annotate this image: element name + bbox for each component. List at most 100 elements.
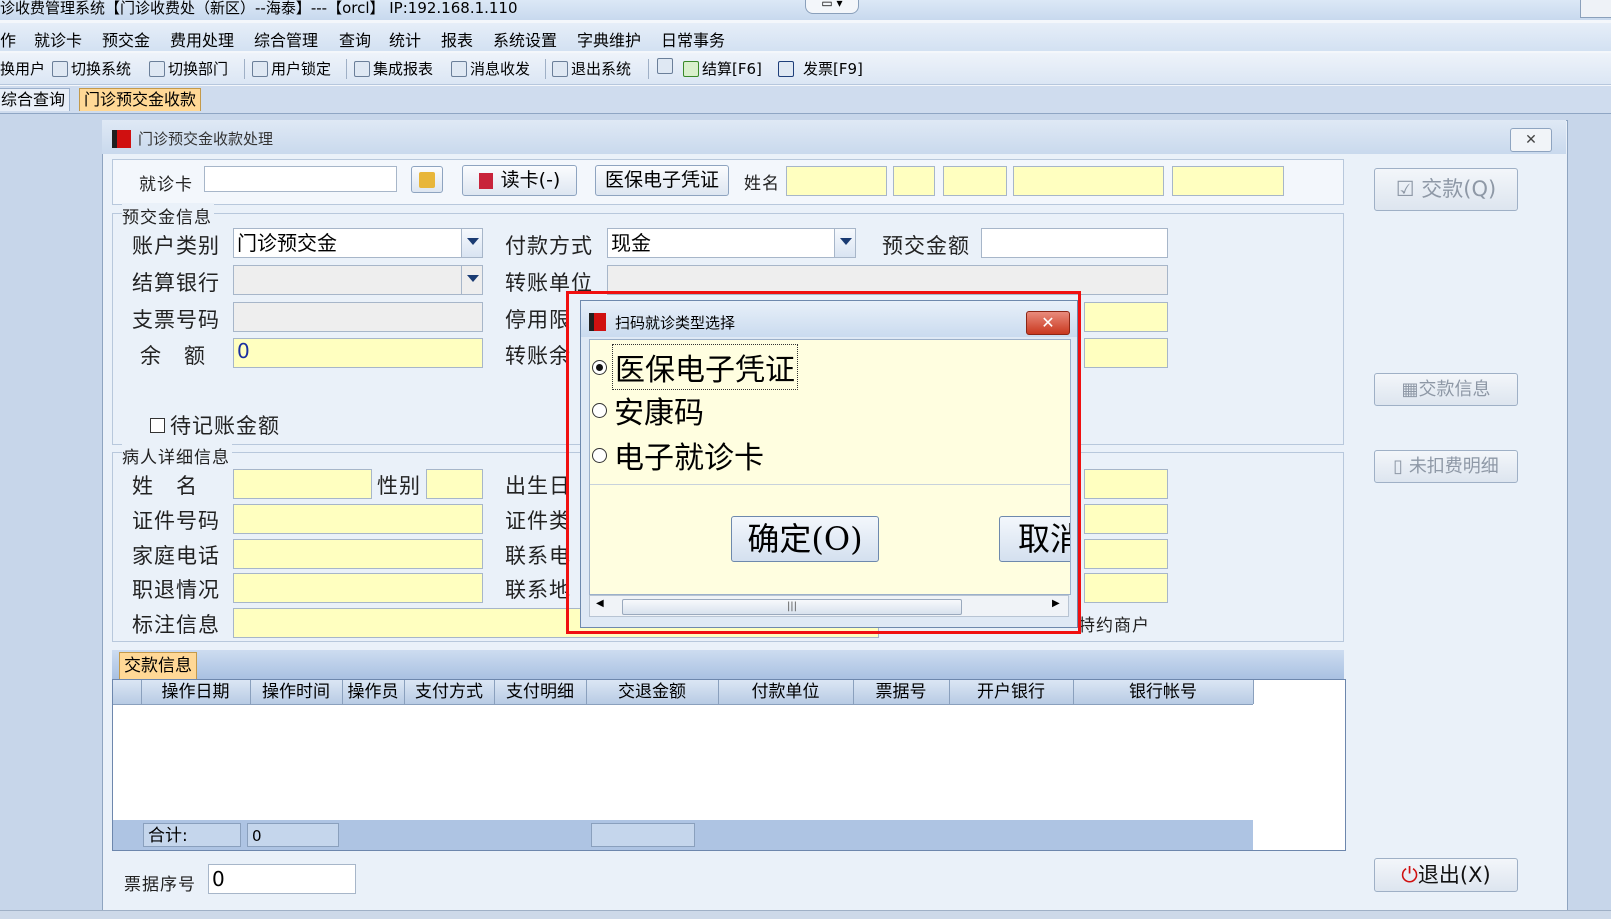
account-type-select[interactable]: 门诊预交金 — [233, 228, 483, 258]
column-header[interactable]: 开户银行 — [949, 680, 1074, 704]
child-close-button[interactable]: ✕ — [1510, 128, 1552, 152]
tab-general-query[interactable]: 综合查询 — [0, 88, 71, 111]
stop-limit-input[interactable] — [1084, 302, 1168, 332]
pay-method-select[interactable]: 现金 — [607, 228, 856, 258]
window-menu-control[interactable]: ▭ ▾ — [805, 0, 859, 14]
patient-retire-input[interactable] — [233, 573, 483, 603]
payment-tab-strip — [112, 650, 1344, 679]
column-header[interactable]: 支付方式 — [404, 680, 495, 704]
menu-item-manage[interactable]: 综合管理 — [254, 27, 318, 51]
prepay-amount-label: 预交金额 — [882, 234, 970, 258]
exit-button[interactable]: ⏻退出(X) — [1374, 858, 1518, 892]
column-header[interactable]: 银行帐号 — [1073, 680, 1254, 704]
tab-prepay-receipt[interactable]: 门诊预交金收款 — [79, 88, 202, 111]
pay-button[interactable]: ☑ 交款(Q) — [1374, 168, 1518, 211]
patient-name-input[interactable] — [233, 469, 372, 499]
pay-info-label: 交款信息 — [1418, 379, 1491, 400]
ok-button[interactable]: 确定(O) — [731, 516, 879, 562]
read-card-button[interactable]: 读卡(-) — [462, 165, 577, 196]
option-e-card[interactable]: 电子就诊卡 — [592, 433, 766, 477]
edit-button[interactable] — [657, 58, 676, 74]
dialog-close-button[interactable]: ✕ — [1026, 311, 1070, 335]
card-search-button[interactable] — [411, 166, 443, 193]
check-no-input[interactable] — [233, 302, 483, 332]
pending-checkbox[interactable] — [150, 418, 165, 433]
column-header[interactable]: 支付明细 — [494, 680, 587, 704]
grid-footer: 合计: 0 — [113, 820, 1253, 850]
child-window-titlebar: 门诊预交金收款处理 ✕ — [102, 120, 1566, 154]
radio-button[interactable] — [592, 359, 607, 375]
messages-button[interactable]: 消息收发 — [451, 58, 530, 79]
radio-button[interactable] — [592, 447, 607, 463]
insurance-voucher-button[interactable]: 医保电子凭证 — [595, 165, 729, 196]
menu-item-query[interactable]: 查询 — [339, 27, 371, 51]
column-header[interactable]: 操作日期 — [141, 680, 251, 704]
exit-system-button[interactable]: 退出系统 — [552, 58, 631, 79]
patient-contact-input[interactable] — [1084, 539, 1168, 569]
dialog-body: 医保电子凭证 安康码 电子就诊卡 确定(O) 取消 — [589, 339, 1071, 595]
patient-idtype-input[interactable] — [1084, 504, 1168, 534]
toolbar-separator — [244, 59, 245, 79]
cancel-button[interactable]: 取消 — [999, 516, 1070, 562]
grid-header: 操作日期 操作时间 操作员 支付方式 支付明细 交退金额 付款单位 票据号 开户… — [113, 680, 1254, 705]
menu-item-stats[interactable]: 统计 — [389, 27, 421, 51]
tab-payment-info[interactable]: 交款信息 — [119, 652, 197, 680]
integrated-report-button[interactable]: 集成报表 — [354, 58, 433, 79]
scroll-right-icon[interactable]: ▶ — [1052, 598, 1060, 609]
settle-bank-label: 结算银行 — [132, 271, 220, 295]
window-title: 诊收费管理系统【门诊收费处（新区）--海泰】---【orcl】 IP:192.1… — [0, 0, 518, 17]
menu-item-daily[interactable]: 日常事务 — [661, 27, 725, 51]
user-lock-button[interactable]: 用户锁定 — [252, 58, 331, 79]
menu-item-prepay[interactable]: 预交金 — [102, 27, 150, 51]
menu-item-fees[interactable]: 费用处理 — [170, 27, 234, 51]
switch-user-button[interactable]: 换用户 — [0, 58, 45, 79]
patient-id-label: 证件号码 — [132, 509, 220, 533]
patient-birth-label: 出生日 — [505, 474, 571, 498]
invoice-label: 发票[F9] — [803, 60, 863, 78]
column-header[interactable]: 付款单位 — [718, 680, 854, 704]
balance-input[interactable]: 0 — [233, 338, 483, 368]
payment-grid: 操作日期 操作时间 操作员 支付方式 支付明细 交退金额 付款单位 票据号 开户… — [112, 679, 1346, 851]
settle-bank-select[interactable] — [233, 265, 483, 295]
prepay-amount-input[interactable] — [981, 228, 1168, 258]
settle-button[interactable]: 结算[F6] — [683, 58, 762, 79]
transfer-balance-input[interactable] — [1084, 338, 1168, 368]
receipt-input[interactable]: 0 — [208, 864, 356, 894]
invoice-button[interactable]: 发票[F9] — [778, 58, 863, 79]
stop-limit-label: 停用限 — [505, 308, 571, 332]
menu-item-work[interactable]: 作 — [0, 27, 16, 51]
chevron-down-icon[interactable] — [461, 266, 482, 294]
patient-phone-input[interactable] — [233, 539, 483, 569]
menu-item-dictionary[interactable]: 字典维护 — [577, 27, 641, 51]
unpaid-detail-button[interactable]: ▯ 未扣费明细 — [1374, 450, 1518, 483]
chevron-down-icon[interactable] — [461, 229, 482, 257]
switch-system-button[interactable]: 切换系统 — [52, 58, 131, 79]
radio-button[interactable] — [592, 402, 607, 418]
account-type-label: 账户类别 — [132, 234, 220, 258]
scroll-left-icon[interactable]: ◀ — [596, 598, 604, 609]
pay-info-button[interactable]: ▦交款信息 — [1374, 373, 1518, 406]
option-insurance-voucher[interactable]: 医保电子凭证 — [592, 344, 798, 390]
patient-gender-input[interactable] — [426, 469, 483, 499]
window-close-button[interactable] — [1580, 0, 1611, 18]
toolbar-separator — [545, 59, 546, 79]
report-icon — [354, 60, 370, 77]
chevron-down-icon[interactable] — [834, 229, 855, 257]
scrollbar-thumb[interactable]: ||| — [622, 599, 962, 615]
card-input[interactable] — [204, 166, 397, 192]
menu-item-settings[interactable]: 系统设置 — [493, 27, 557, 51]
column-header[interactable]: 操作员 — [342, 680, 405, 704]
name-field-4 — [1013, 166, 1164, 196]
menu-item-reports[interactable]: 报表 — [441, 27, 473, 51]
column-header[interactable]: 票据号 — [853, 680, 950, 704]
column-header[interactable]: 交退金额 — [586, 680, 719, 704]
menu-item-card[interactable]: 就诊卡 — [34, 27, 82, 51]
horizontal-scrollbar[interactable]: ◀ ||| ▶ — [589, 595, 1069, 617]
option-ankang-code[interactable]: 安康码 — [592, 388, 706, 432]
column-header[interactable]: 操作时间 — [250, 680, 343, 704]
app-logo-icon — [112, 130, 131, 148]
patient-address-input[interactable] — [1084, 573, 1168, 603]
patient-birth-input[interactable] — [1084, 469, 1168, 499]
patient-id-input[interactable] — [233, 504, 483, 534]
switch-dept-button[interactable]: 切换部门 — [149, 58, 228, 79]
